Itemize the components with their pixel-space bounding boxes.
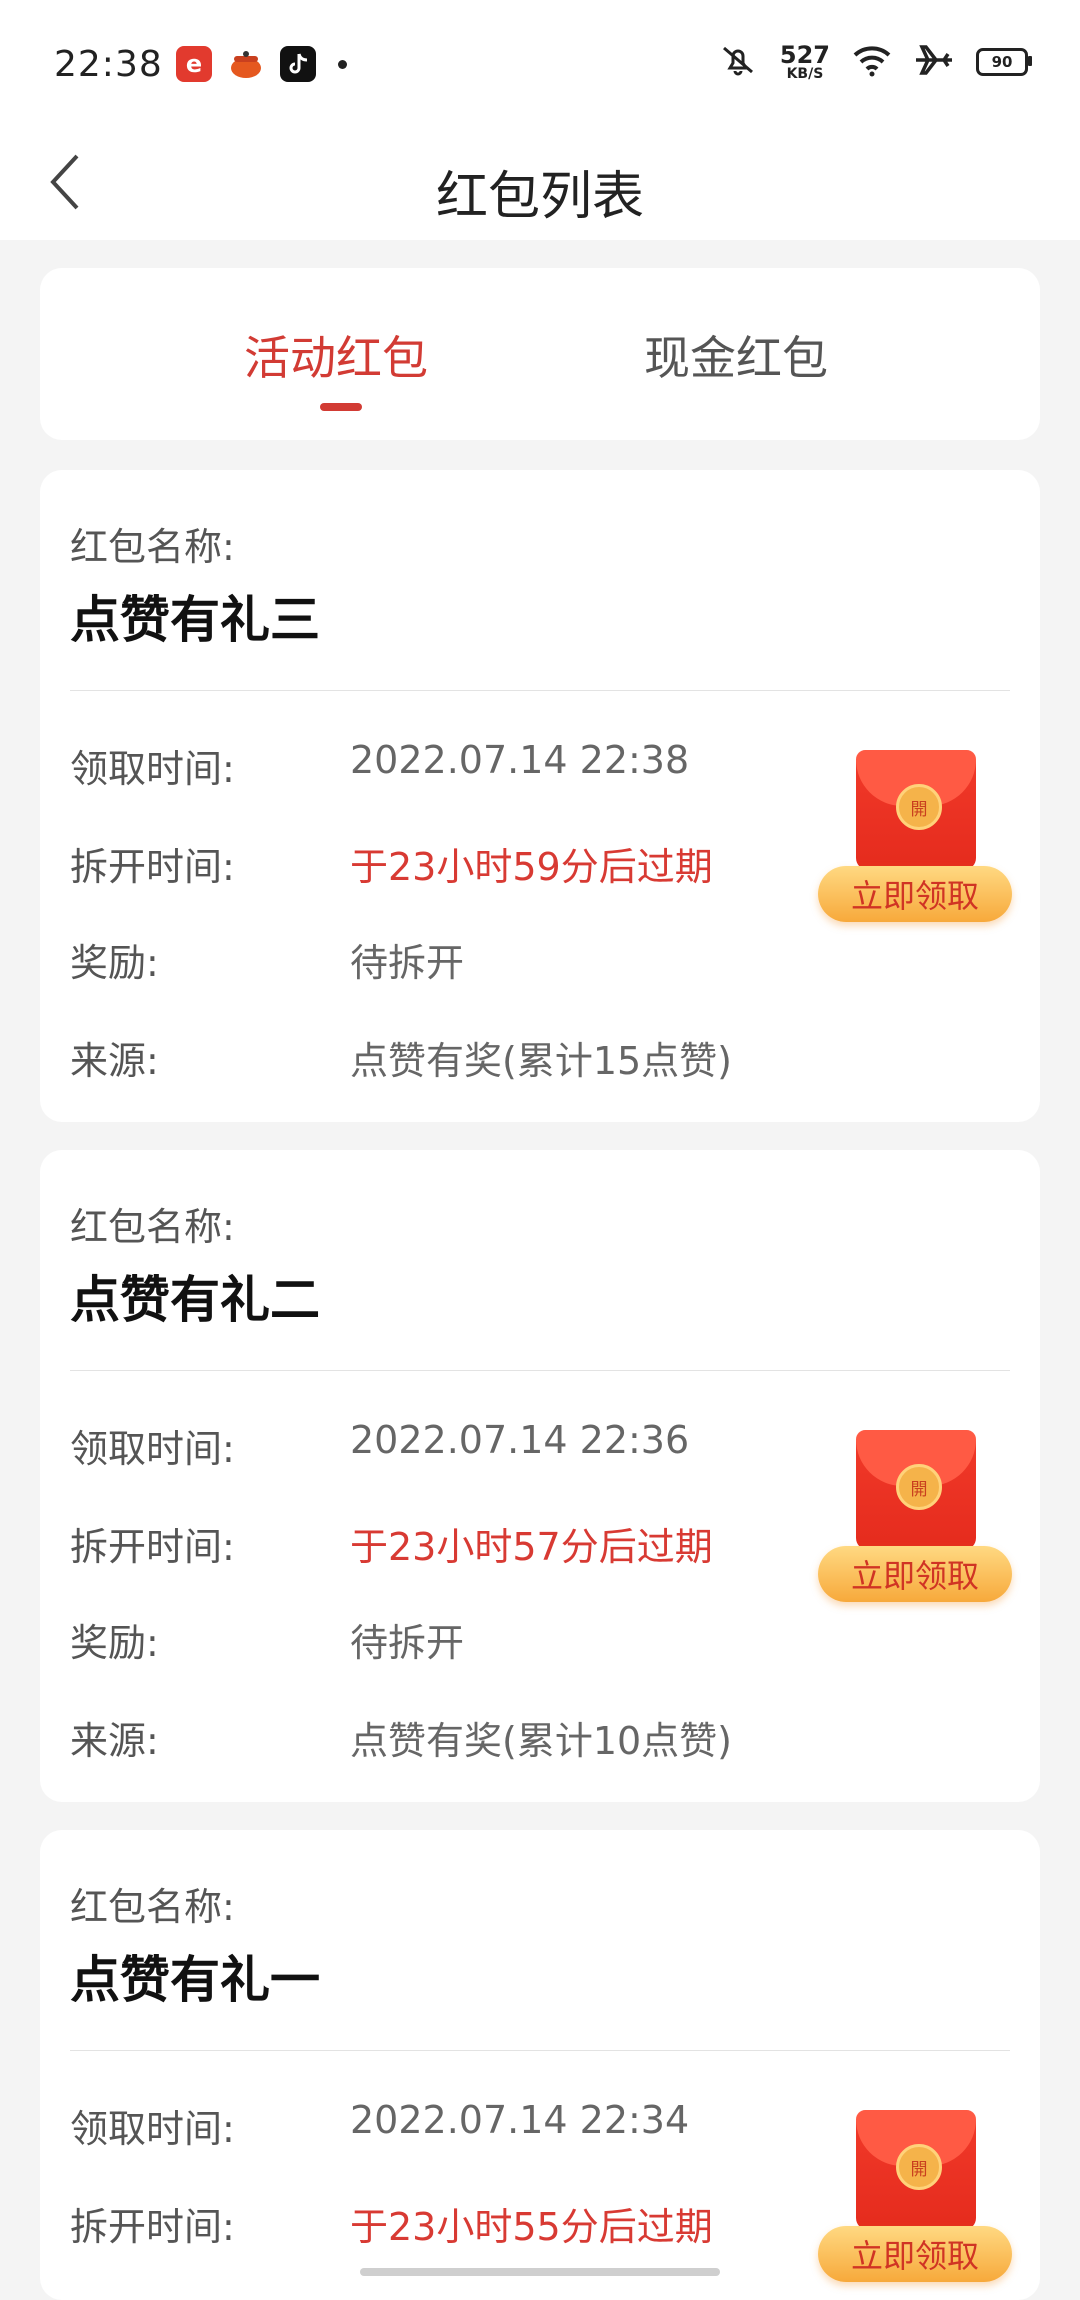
red-envelope-icon[interactable]: 開 <box>856 750 976 870</box>
receive-time-value: 2022.07.14 22:36 <box>350 1418 690 1462</box>
reward-label: 奖励: <box>70 1621 159 1665</box>
red-envelope-icon[interactable]: 開 <box>856 1430 976 1550</box>
active-tab-indicator <box>320 403 362 411</box>
envelope-card: 红包名称: 点赞有礼一 领取时间: 2022.07.14 22:34 拆开时间:… <box>40 1830 1040 2300</box>
battery-icon: 90 <box>976 48 1032 76</box>
red-envelope-icon[interactable]: 開 <box>856 2110 976 2230</box>
tiktok-app-icon <box>280 46 316 82</box>
open-time-label: 拆开时间: <box>70 845 235 889</box>
e-app-icon: e <box>176 46 212 82</box>
envelope-name-label: 红包名称: <box>70 525 235 569</box>
envelope-name: 点赞有礼三 <box>70 591 320 649</box>
tab-cash-envelopes[interactable]: 现金红包 <box>644 322 828 388</box>
page-title: 红包列表 <box>435 167 644 227</box>
divider <box>70 1370 1010 1371</box>
source-value: 点赞有奖(累计15点赞) <box>350 1039 733 1083</box>
envelope-name: 点赞有礼二 <box>70 1271 320 1329</box>
mute-icon <box>718 42 758 82</box>
envelope-name-label: 红包名称: <box>70 1205 235 1249</box>
source-label: 来源: <box>70 1039 159 1083</box>
open-time-label: 拆开时间: <box>70 2205 235 2249</box>
envelope-name: 点赞有礼一 <box>70 1951 320 2009</box>
notification-icons: e <box>176 46 347 82</box>
receive-time-value: 2022.07.14 22:38 <box>350 738 690 782</box>
claim-button[interactable]: 立即领取 <box>818 1546 1012 1602</box>
wifi-icon <box>852 43 892 81</box>
reward-label: 奖励: <box>70 941 159 985</box>
divider <box>70 2050 1010 2051</box>
net-speed-unit: KB/S <box>786 66 824 82</box>
net-speed-value: 527 <box>779 41 830 69</box>
reward-value: 待拆开 <box>350 941 465 985</box>
envelope-card: 红包名称: 点赞有礼二 领取时间: 2022.07.14 22:36 拆开时间:… <box>40 1150 1040 1802</box>
status-bar: 22:38 e 527 KB/S 90 <box>0 0 1080 132</box>
claim-button[interactable]: 立即领取 <box>818 866 1012 922</box>
open-time-label: 拆开时间: <box>70 1525 235 1569</box>
receive-time-value: 2022.07.14 22:34 <box>350 2098 690 2142</box>
envelope-seal: 開 <box>896 784 942 830</box>
open-time-value: 于23小时57分后过期 <box>350 1525 713 1569</box>
receive-time-label: 领取时间: <box>70 747 235 791</box>
status-right: 527 KB/S 90 <box>718 42 1032 82</box>
claim-button[interactable]: 立即领取 <box>818 2226 1012 2282</box>
open-time-value: 于23小时59分后过期 <box>350 845 713 889</box>
envelope-name-label: 红包名称: <box>70 1885 235 1929</box>
source-label: 来源: <box>70 1719 159 1763</box>
envelope-seal: 開 <box>896 1464 942 1510</box>
tab-activity-envelopes[interactable]: 活动红包 <box>244 322 428 388</box>
receive-time-label: 领取时间: <box>70 1427 235 1471</box>
airplane-icon <box>914 43 954 81</box>
nav-header: 红包列表 <box>0 132 1080 240</box>
receive-time-label: 领取时间: <box>70 2107 235 2151</box>
tabs-card: 活动红包 现金红包 <box>40 268 1040 440</box>
reward-value: 待拆开 <box>350 1621 465 1665</box>
envelope-card: 红包名称: 点赞有礼三 领取时间: 2022.07.14 22:38 拆开时间:… <box>40 470 1040 1122</box>
open-time-value: 于23小时55分后过期 <box>350 2205 713 2249</box>
envelope-seal: 開 <box>896 2144 942 2190</box>
battery-level: 90 <box>991 53 1013 71</box>
home-indicator[interactable] <box>360 2268 720 2276</box>
pot-app-icon <box>228 46 264 82</box>
more-notifications-dot <box>338 59 347 69</box>
net-speed: 527 KB/S <box>780 43 830 81</box>
source-value: 点赞有奖(累计10点赞) <box>350 1719 733 1763</box>
status-time: 22:38 <box>54 44 163 85</box>
divider <box>70 690 1010 691</box>
